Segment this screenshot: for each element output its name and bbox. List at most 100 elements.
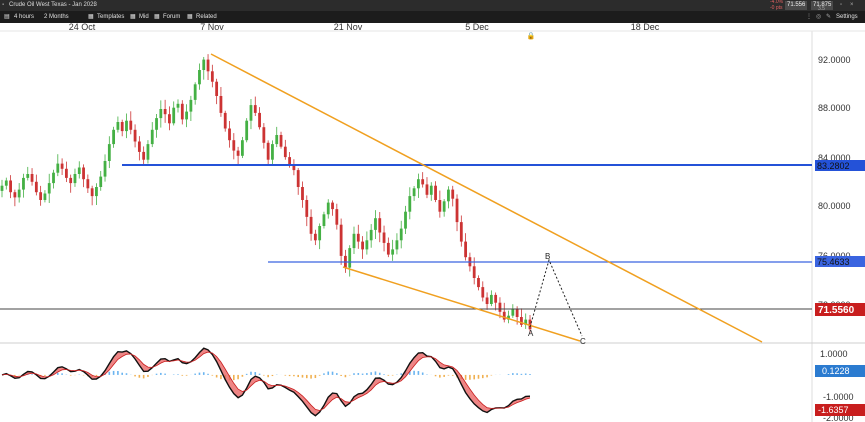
candle-body[interactable] [39,192,43,200]
candle-body[interactable] [382,232,386,243]
candle-body[interactable] [245,120,249,141]
candle-body[interactable] [305,200,309,217]
candle-body[interactable] [511,309,515,316]
candle-body[interactable] [90,188,94,197]
candle-body[interactable] [386,242,390,255]
candle-body[interactable] [459,222,463,242]
candle-body[interactable] [150,129,154,145]
forum-button[interactable]: Forum [163,11,180,23]
candle-body[interactable] [86,179,90,189]
candle-body[interactable] [477,278,480,288]
candle-body[interactable] [219,96,223,113]
candle-body[interactable] [236,150,240,156]
candle-body[interactable] [146,144,150,160]
candle-body[interactable] [168,114,171,124]
draw-icon[interactable]: ✎ [826,11,831,23]
candle-body[interactable] [34,181,38,193]
candle-body[interactable] [215,81,219,96]
candle-body[interactable] [133,129,137,142]
candle-body[interactable] [309,216,313,234]
candle-body[interactable] [163,109,167,115]
candle-body[interactable] [438,200,442,212]
candle-body[interactable] [60,163,64,169]
candle-body[interactable] [399,228,403,241]
candle-body[interactable] [318,226,322,241]
candle-body[interactable] [404,211,407,229]
candle-body[interactable] [56,163,60,173]
templates-icon[interactable]: ▦ [88,11,94,23]
candle-body[interactable] [416,179,420,189]
candle-body[interactable] [9,180,12,193]
range-select[interactable]: 2 Months [44,11,69,23]
candle-body[interactable] [193,84,197,100]
candle-body[interactable] [451,189,455,199]
candle-body[interactable] [26,174,30,178]
candle-body[interactable] [494,294,498,303]
candle-body[interactable] [240,140,244,156]
add-tab-icon[interactable]: + [93,0,97,11]
candle-body[interactable] [395,240,399,250]
candle-body[interactable] [472,266,476,278]
candle-body[interactable] [279,135,283,147]
candle-body[interactable] [447,189,450,202]
candle-body[interactable] [455,198,459,223]
candle-body[interactable] [13,192,17,198]
candle-body[interactable] [159,109,163,119]
candle-body[interactable] [253,105,257,113]
candle-body[interactable] [185,111,188,120]
candle-body[interactable] [498,302,502,312]
candle-body[interactable] [515,309,519,317]
candle-body[interactable] [421,179,425,185]
candle-body[interactable] [258,112,261,128]
candle-body[interactable] [331,202,334,210]
candle-body[interactable] [369,229,373,241]
candle-body[interactable] [335,209,339,225]
candle-body[interactable] [249,105,253,121]
candle-body[interactable] [361,241,364,250]
candle-body[interactable] [112,129,116,145]
zoom-icon[interactable]: ◎ [816,11,821,23]
candle-body[interactable] [206,59,210,72]
candle-body[interactable] [176,103,180,108]
candle-body[interactable] [189,99,193,112]
candle-body[interactable] [365,240,369,250]
candle-body[interactable] [232,140,236,151]
candle-body[interactable] [352,233,356,249]
candle-body[interactable] [17,189,21,198]
calendar-icon[interactable]: ▤ [4,11,10,23]
candle-body[interactable] [356,233,360,242]
candle-body[interactable] [429,185,433,195]
templates-button[interactable]: Templates [97,11,124,23]
price-type-button[interactable]: Mid [139,11,149,23]
candle-body[interactable] [378,218,382,233]
candle-body[interactable] [228,128,231,141]
candle-body[interactable] [481,287,485,298]
candle-body[interactable] [43,193,47,201]
candle-body[interactable] [198,70,201,85]
price-type-icon[interactable]: ▦ [130,11,136,23]
candle-body[interactable] [180,103,184,120]
candle-body[interactable] [172,107,176,124]
candle-body[interactable] [442,201,446,212]
lock-icon[interactable]: 🔒 [527,32,536,40]
candle-body[interactable] [271,144,274,160]
sell-price-box[interactable]: 71.556 [785,1,808,10]
candle-body[interactable] [464,241,468,258]
candle-body[interactable] [125,120,128,132]
candle-body[interactable] [73,174,77,184]
candle-body[interactable] [322,214,326,226]
candle-body[interactable] [155,118,158,130]
candle-body[interactable] [275,135,279,145]
candle-body[interactable] [262,127,266,143]
candle-body[interactable] [489,294,493,304]
candle-body[interactable] [339,224,343,256]
candle-body[interactable] [425,184,429,195]
candle-body[interactable] [69,177,73,184]
candle-body[interactable] [434,185,437,200]
candle-body[interactable] [288,157,292,165]
forum-icon[interactable]: ▦ [154,11,160,23]
candle-body[interactable] [296,170,300,187]
candle-body[interactable] [223,112,227,129]
candle-body[interactable] [348,248,352,268]
candle-body[interactable] [52,172,55,184]
